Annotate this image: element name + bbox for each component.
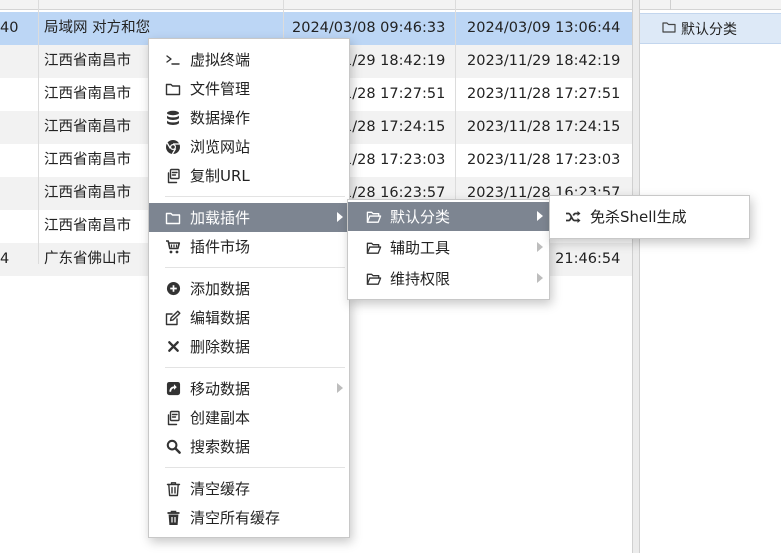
context-menu-item-label: 编辑数据: [190, 309, 251, 327]
submenu-arrow-icon: [537, 273, 543, 283]
shuffle-icon: [565, 209, 581, 225]
cell-updated-time: 2023/11/28 17:23:03: [467, 152, 621, 168]
folder-icon: [165, 210, 181, 226]
cell-id: 40: [0, 20, 19, 36]
chrome-icon: [165, 139, 181, 155]
context-menu-item-label: 插件市场: [190, 238, 251, 256]
cell-location: 局域网 对方和您: [44, 20, 151, 36]
context-menu-item-label: 创建副本: [190, 409, 251, 427]
context-menu-item[interactable]: 添加数据: [149, 274, 349, 303]
copy-icon: [165, 168, 181, 184]
context-menu-item-label: 文件管理: [190, 80, 251, 98]
cell-location: 江西省南昌市: [44, 53, 131, 69]
context-menu-item[interactable]: 搜索数据: [149, 432, 349, 461]
search-icon: [165, 439, 181, 455]
cell-location: 江西省南昌市: [44, 119, 131, 135]
menu-separator: [165, 467, 345, 468]
share-icon: [165, 381, 181, 397]
folder-icon: [662, 21, 681, 37]
menu-separator: [165, 196, 345, 197]
database-icon: [165, 110, 181, 126]
plugin-submenu-item-label: 辅助工具: [390, 239, 451, 257]
column-divider: [38, 0, 39, 264]
close-icon: [165, 339, 181, 355]
context-menu-item[interactable]: 清空缓存: [149, 474, 349, 503]
submenu-arrow-icon: [537, 242, 543, 252]
folder-open-icon: [366, 240, 382, 256]
cell-updated-time: 2023/11/29 18:42:19: [467, 53, 621, 69]
plugin-category-item-label: 免杀Shell生成: [590, 208, 687, 226]
submenu-arrow-icon: [337, 383, 343, 393]
folder-open-icon: [366, 209, 382, 225]
context-menu-item[interactable]: 虚拟终端: [149, 45, 349, 74]
context-menu-item-label: 浏览网站: [190, 138, 251, 156]
trash-icon: [165, 510, 181, 526]
context-menu-item-label: 加载插件: [190, 209, 251, 227]
cell-location: 江西省南昌市: [44, 185, 131, 201]
category-panel: 默认分类: [640, 0, 781, 553]
context-menu-item-label: 清空缓存: [190, 480, 251, 498]
plugin-category-item[interactable]: 免杀Shell生成: [550, 202, 749, 231]
panel-splitter[interactable]: [632, 0, 640, 553]
context-menu-item-label: 删除数据: [190, 338, 251, 356]
cell-location: 广东省佛山市: [44, 251, 131, 267]
category-panel-header: [640, 0, 781, 10]
submenu-arrow-icon: [537, 211, 543, 221]
edit-icon: [165, 310, 181, 326]
grid-header[interactable]: [0, 0, 632, 10]
submenu-arrow-icon: [337, 212, 343, 222]
plugin-submenu-item-label: 维持权限: [390, 270, 451, 288]
context-menu-item-label: 清空所有缓存: [190, 509, 281, 527]
plugin-submenu-item[interactable]: 辅助工具: [348, 233, 549, 262]
cell-location: 江西省南昌市: [44, 218, 131, 234]
plugin-submenu: 默认分类辅助工具维持权限: [347, 199, 550, 300]
context-menu: 虚拟终端文件管理数据操作浏览网站复制URL 加载插件插件市场添加数据编辑数据删除数…: [148, 38, 350, 538]
context-menu-item-label: 添加数据: [190, 280, 251, 298]
context-menu-item[interactable]: 复制URL: [149, 161, 349, 190]
context-menu-item[interactable]: 数据操作: [149, 103, 349, 132]
cart-icon: [165, 239, 181, 255]
cell-updated-time: 2023/11/28 17:24:15: [467, 119, 621, 135]
context-menu-item[interactable]: 插件市场: [149, 232, 349, 261]
category-tree-label: 默认分类: [681, 21, 737, 38]
folder-icon: [165, 81, 181, 97]
context-menu-item-label: 数据操作: [190, 109, 251, 127]
context-menu-item[interactable]: 编辑数据: [149, 303, 349, 332]
context-menu-item-label: 复制URL: [190, 167, 250, 185]
menu-separator: [165, 367, 345, 368]
cell-location: 江西省南昌市: [44, 152, 131, 168]
trash-outline-icon: [165, 481, 181, 497]
plugin-submenu-item-label: 默认分类: [390, 208, 451, 226]
menu-separator: [165, 267, 345, 268]
plugin-category-submenu: 免杀Shell生成: [549, 195, 750, 239]
category-tree-item[interactable]: 默认分类: [640, 13, 781, 44]
cell-updated-time: 2024/03/09 13:06:44: [467, 20, 621, 36]
context-menu-item[interactable]: 文件管理: [149, 74, 349, 103]
plugin-submenu-item[interactable]: 维持权限: [348, 264, 549, 293]
context-menu-item-label: 移动数据: [190, 380, 251, 398]
context-menu-item[interactable]: 清空所有缓存: [149, 503, 349, 532]
context-menu-item-label: 虚拟终端: [190, 51, 251, 69]
plus-circle-icon: [165, 281, 181, 297]
terminal-icon: [165, 52, 181, 68]
context-menu-item[interactable]: 浏览网站: [149, 132, 349, 161]
folder-open-icon: [366, 271, 382, 287]
context-menu-item[interactable]: 移动数据: [149, 374, 349, 403]
context-menu-item[interactable]: 创建副本: [149, 403, 349, 432]
context-menu-item[interactable]: 加载插件: [149, 203, 349, 232]
cell-location: 江西省南昌市: [44, 86, 131, 102]
plugin-submenu-item[interactable]: 默认分类: [348, 202, 549, 231]
copy-icon: [165, 410, 181, 426]
cell-id: 4: [0, 251, 10, 267]
cell-updated-time: 2023/11/28 17:27:51: [467, 86, 621, 102]
context-menu-item[interactable]: 删除数据: [149, 332, 349, 361]
context-menu-item-label: 搜索数据: [190, 438, 251, 456]
